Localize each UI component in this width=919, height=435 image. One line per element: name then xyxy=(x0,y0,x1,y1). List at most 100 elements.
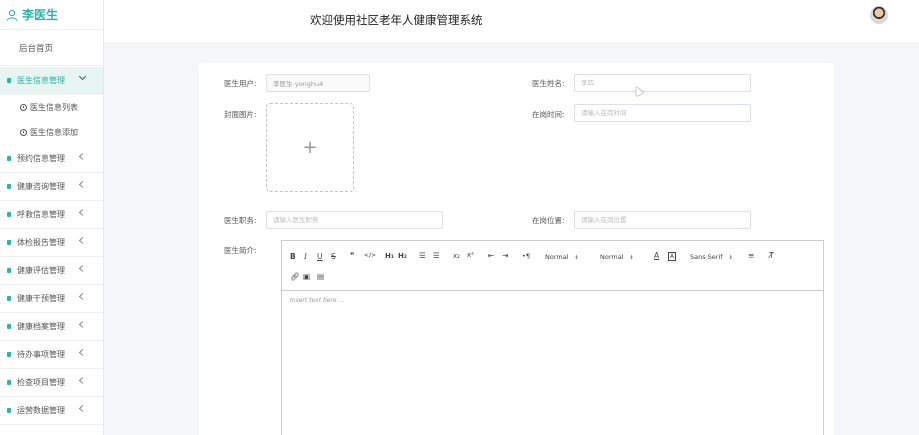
sidebar-item-label: 预约信息管理 xyxy=(17,154,65,163)
sidebar-item-label: 运营数据管理 xyxy=(17,406,65,415)
sidebar-item-label: 健康档案管理 xyxy=(17,322,65,331)
size-picker[interactable]: Normal ⇕ xyxy=(600,253,634,261)
position-label: 医生职务: xyxy=(224,216,257,225)
menu-dot-icon xyxy=(7,296,11,301)
sidebar-subitem-doctor-list[interactable]: 医生信息列表 xyxy=(0,95,103,120)
outdent-icon[interactable]: ⇤ xyxy=(488,251,494,260)
align-icon[interactable]: ≡ xyxy=(748,251,754,260)
sidebar-item-label: 待办事项管理 xyxy=(17,350,65,359)
rich-text-editor: B I U S ❞ </> H₁ H₂ ☰ ☰ x₂ x² ⇤ ⇥ •¶ Nor… xyxy=(281,240,824,435)
sidebar-item-label: 健康干预管理 xyxy=(17,294,65,303)
picker-arrow-icon: ⇕ xyxy=(574,255,579,261)
doctor-form-card: 医生用户: 医生姓名: 封面图片: + 在岗时间: 医生职务: 在岗位置: 医生… xyxy=(199,63,834,435)
ordered-list-icon[interactable]: ☰ xyxy=(419,251,426,260)
plus-icon: + xyxy=(302,136,318,158)
chevron-left-icon xyxy=(78,152,87,161)
chevron-left-icon xyxy=(78,180,87,189)
menu-dot-icon xyxy=(7,408,11,413)
sidebar-menu: 后台首页 医生信息管理 医生信息列表 医生信息添加 预约信息管理 健康咨询管理 … xyxy=(0,30,103,425)
doctor-name-label: 医生姓名: xyxy=(532,79,565,88)
link-icon[interactable]: 🔗︎ xyxy=(290,272,300,281)
superscript-icon[interactable]: x² xyxy=(467,251,474,259)
direction-icon[interactable]: •¶ xyxy=(522,252,530,260)
image-icon[interactable]: ▣ xyxy=(303,272,310,281)
code-block-icon[interactable]: </> xyxy=(364,252,376,259)
doctor-user-label: 医生用户: xyxy=(224,79,257,88)
size-picker-value: Normal xyxy=(600,253,624,261)
chevron-left-icon xyxy=(78,236,87,245)
chevron-down-icon xyxy=(78,72,87,81)
bullet-list-icon[interactable]: ☰ xyxy=(433,251,440,260)
indent-icon[interactable]: ⇥ xyxy=(502,251,508,260)
intro-label: 医生简介: xyxy=(224,246,257,255)
menu-dot-icon xyxy=(7,184,11,189)
online-time-label: 在岗时间: xyxy=(532,110,565,119)
menu-dot-icon xyxy=(7,352,11,357)
menu-dot-icon xyxy=(7,156,11,161)
picker-arrow-icon: ⇕ xyxy=(728,255,733,261)
subscript-icon[interactable]: x₂ xyxy=(453,252,460,260)
cover-image-upload[interactable]: + xyxy=(266,103,354,192)
menu-dot-icon xyxy=(7,78,11,83)
clock-icon xyxy=(20,129,27,136)
blockquote-icon[interactable]: ❞ xyxy=(350,251,354,260)
sidebar-item-doctor-info[interactable]: 医生信息管理 xyxy=(0,67,103,95)
sidebar-item-intervention[interactable]: 健康干预管理 xyxy=(0,285,103,313)
underline-icon[interactable]: U xyxy=(317,252,323,261)
menu-dot-icon xyxy=(7,212,11,217)
menu-dot-icon xyxy=(7,380,11,385)
brand: 李医生 xyxy=(0,0,103,30)
chevron-left-icon xyxy=(78,348,87,357)
sidebar-item-label: 健康咨询管理 xyxy=(17,182,65,191)
chevron-left-icon xyxy=(78,292,87,301)
sidebar-item-todo[interactable]: 待办事项管理 xyxy=(0,341,103,369)
chevron-left-icon xyxy=(78,264,87,273)
sidebar-item-consult[interactable]: 健康咨询管理 xyxy=(0,173,103,201)
sidebar-item-label: 体检报告管理 xyxy=(17,238,65,247)
chevron-left-icon xyxy=(78,404,87,413)
page-title: 欢迎使用社区老年人健康管理系统 xyxy=(310,13,483,27)
location-label: 在岗位置: xyxy=(532,216,565,225)
online-time-field[interactable] xyxy=(574,104,751,122)
location-field[interactable] xyxy=(574,211,751,229)
sidebar: 李医生 后台首页 医生信息管理 医生信息列表 医生信息添加 预约信息管理 健康咨… xyxy=(0,0,104,435)
avatar[interactable] xyxy=(870,6,888,24)
sidebar-item-label: 检查项目管理 xyxy=(17,378,65,387)
background-color-icon[interactable]: A xyxy=(668,252,677,261)
sidebar-item-appointment[interactable]: 预约信息管理 xyxy=(0,145,103,173)
position-field[interactable] xyxy=(266,211,443,229)
editor-toolbar: B I U S ❞ </> H₁ H₂ ☰ ☰ x₂ x² ⇤ ⇥ •¶ Nor… xyxy=(282,241,823,291)
user-icon xyxy=(6,9,18,21)
sidebar-item-label: 呼救信息管理 xyxy=(17,210,65,219)
sidebar-item-checkup-report[interactable]: 体检报告管理 xyxy=(0,229,103,257)
sidebar-subitem-label: 医生信息列表 xyxy=(30,103,78,112)
header2-icon[interactable]: H₂ xyxy=(398,252,407,260)
menu-dot-icon xyxy=(7,240,11,245)
sidebar-subitem-label: 医生信息添加 xyxy=(30,128,78,137)
brand-name: 李医生 xyxy=(22,8,59,22)
header-picker[interactable]: Normal ⇕ xyxy=(545,253,579,261)
doctor-name-field[interactable] xyxy=(574,74,751,92)
clock-icon xyxy=(20,104,27,111)
sidebar-subitem-doctor-add[interactable]: 医生信息添加 xyxy=(0,120,103,145)
chevron-left-icon xyxy=(78,208,87,217)
sidebar-item-operations[interactable]: 运营数据管理 xyxy=(0,397,103,425)
header1-icon[interactable]: H₁ xyxy=(385,252,394,260)
video-icon[interactable]: ▤ xyxy=(317,272,324,281)
sidebar-item-home[interactable]: 后台首页 xyxy=(0,30,103,66)
doctor-user-field[interactable] xyxy=(266,74,370,92)
clear-format-icon[interactable]: T̸ xyxy=(769,251,774,260)
text-color-icon[interactable]: A xyxy=(654,251,659,260)
picker-arrow-icon: ⇕ xyxy=(629,255,634,261)
sidebar-item-exam-items[interactable]: 检查项目管理 xyxy=(0,369,103,397)
font-picker[interactable]: Sans Serif ⇕ xyxy=(690,253,733,261)
sidebar-item-label: 医生信息管理 xyxy=(17,76,65,85)
sidebar-item-emergency[interactable]: 呼救信息管理 xyxy=(0,201,103,229)
menu-dot-icon xyxy=(7,324,11,329)
strike-icon[interactable]: S xyxy=(331,252,336,261)
editor-content[interactable]: Insert text here ... xyxy=(282,291,823,435)
sidebar-item-assessment[interactable]: 健康评估管理 xyxy=(0,257,103,285)
bold-icon[interactable]: B xyxy=(290,252,296,261)
sidebar-item-records[interactable]: 健康档案管理 xyxy=(0,313,103,341)
italic-icon[interactable]: I xyxy=(304,252,307,261)
